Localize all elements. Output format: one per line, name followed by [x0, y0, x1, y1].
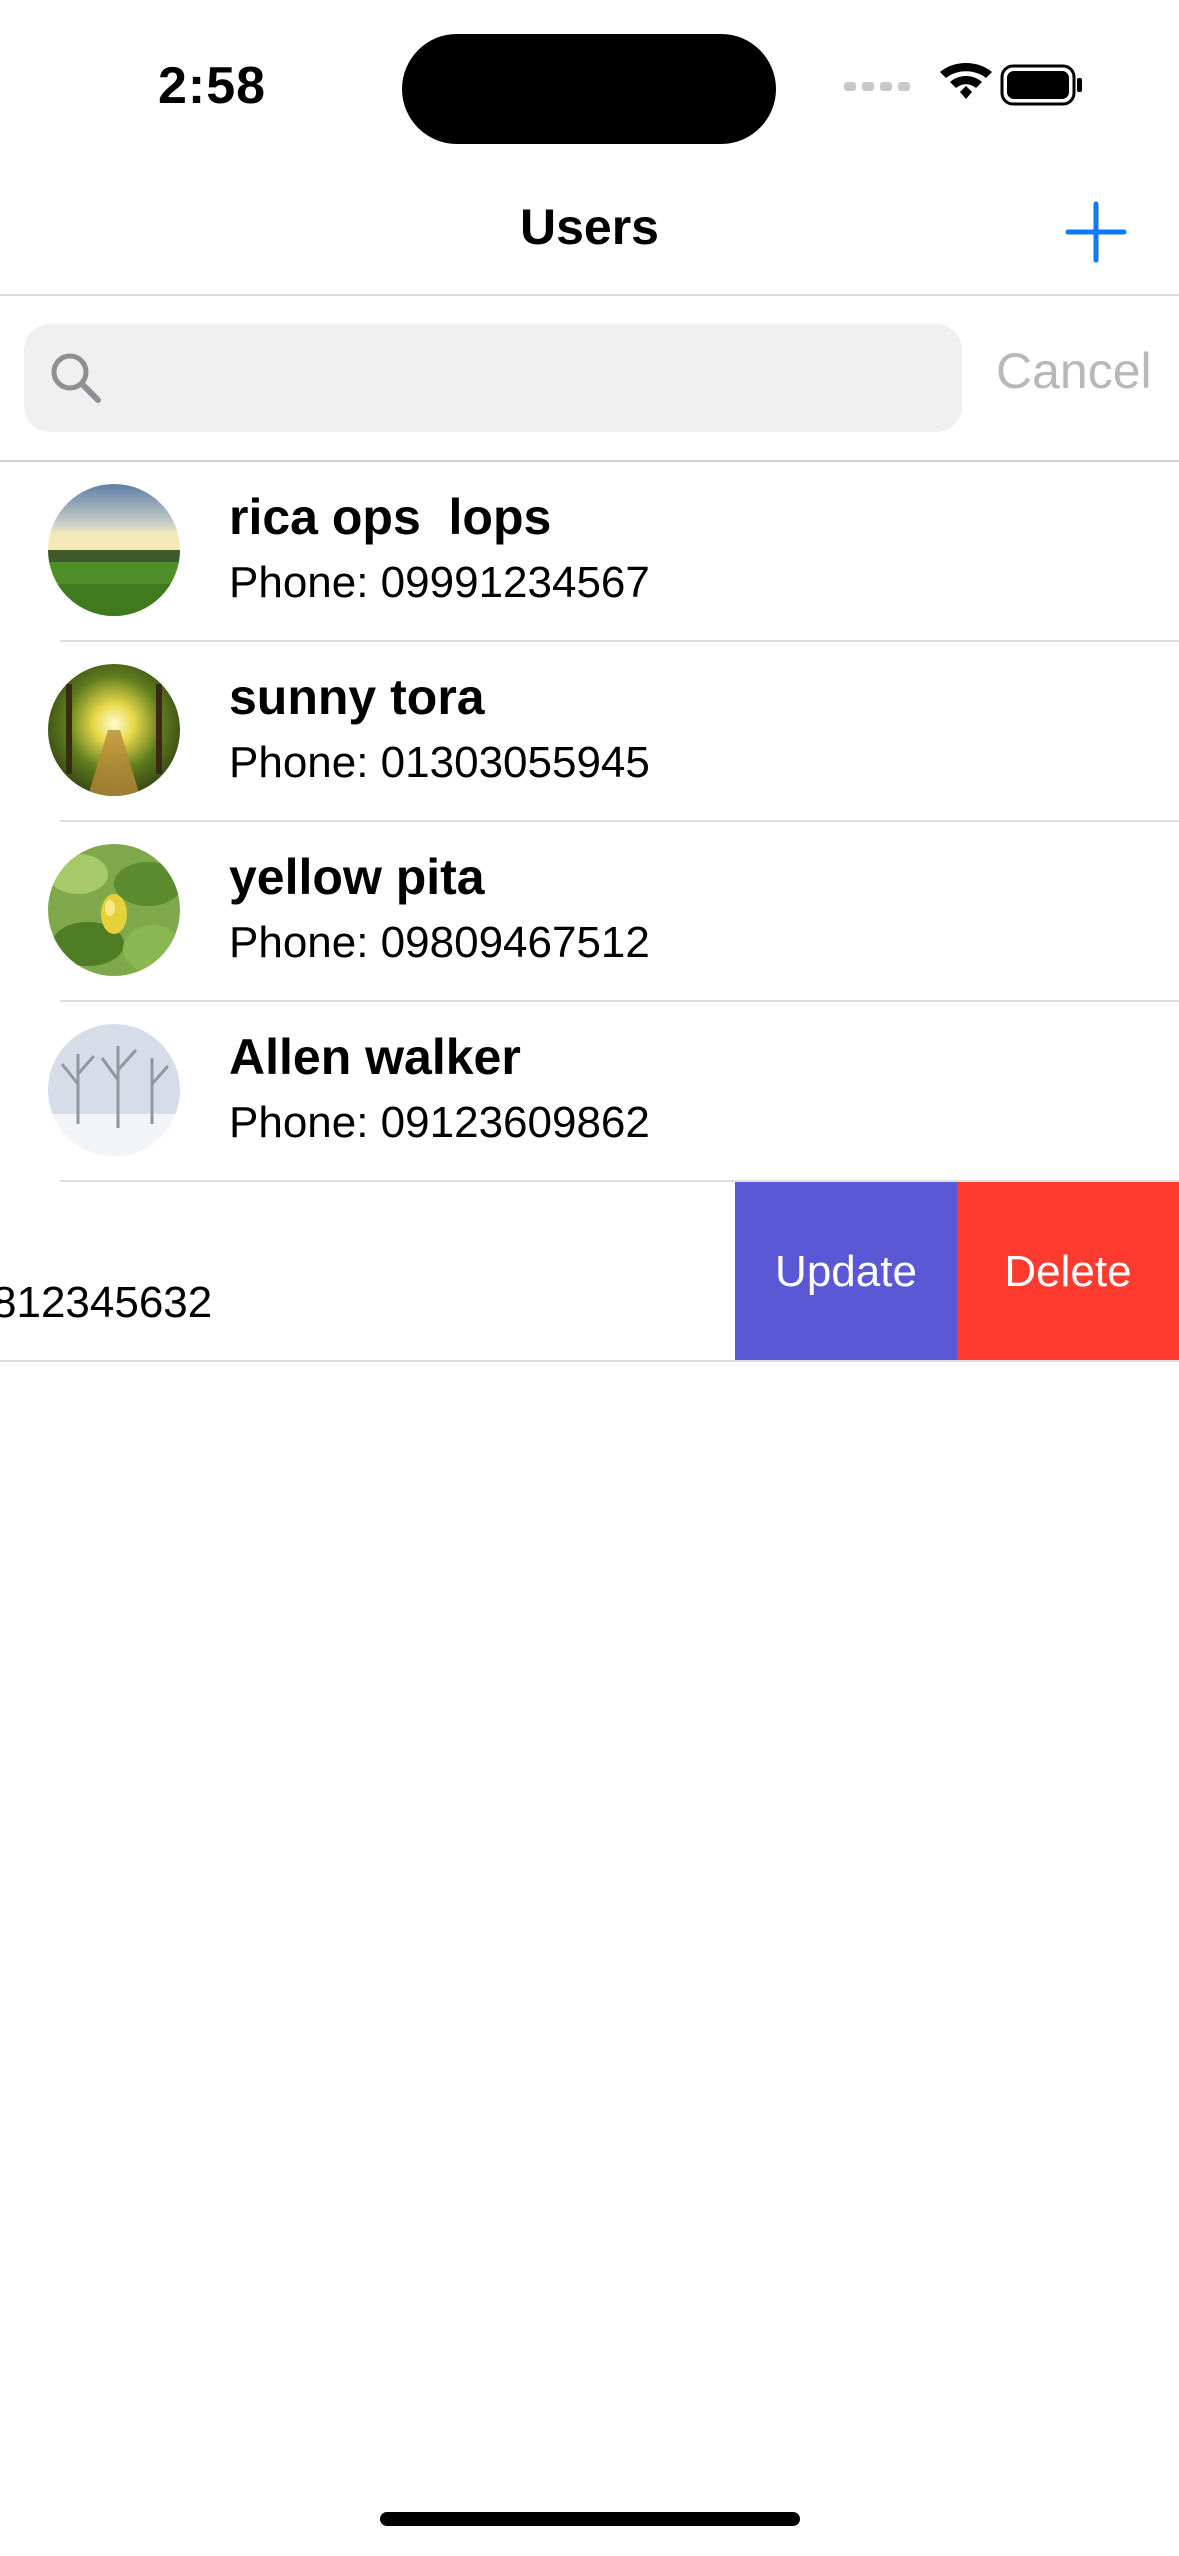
navigation-bar: Users — [0, 170, 1179, 296]
user-name: sunny tora — [229, 669, 485, 725]
user-name: Allen walker — [229, 1029, 521, 1085]
user-list: rica ops lops Phone: 09991234567 sunny t… — [0, 462, 1179, 1362]
user-phone: Phone: 09123609862 — [229, 1098, 650, 1147]
add-user-button[interactable] — [1062, 198, 1130, 266]
plus-icon — [1065, 201, 1127, 263]
search-bar: Cancel — [0, 296, 1179, 462]
delete-button[interactable]: Delete — [957, 1182, 1179, 1362]
user-name: yellow pita — [229, 849, 485, 905]
avatar — [48, 664, 180, 796]
list-item[interactable]: yellow pita Phone: 09809467512 — [0, 822, 1179, 1002]
dynamic-island — [402, 34, 776, 144]
user-phone: Phone: 09809467512 — [229, 918, 650, 967]
search-field[interactable] — [24, 324, 962, 434]
page-title: Users — [520, 199, 659, 255]
cellular-signal-icon — [844, 82, 910, 91]
avatar — [48, 484, 180, 616]
list-item[interactable]: rica ops lops Phone: 09991234567 — [0, 462, 1179, 642]
cancel-button[interactable]: Cancel — [996, 342, 1152, 400]
user-name: rica ops lops — [229, 489, 552, 545]
update-button[interactable]: Update — [735, 1182, 957, 1362]
search-input[interactable] — [124, 324, 948, 434]
row-divider — [0, 1360, 1179, 1362]
home-indicator[interactable] — [380, 2512, 800, 2526]
user-phone: 812345632 — [0, 1278, 213, 1327]
battery-icon — [1000, 64, 1082, 106]
list-item[interactable]: sunny tora Phone: 01303055945 — [0, 642, 1179, 822]
status-icons — [844, 63, 1082, 106]
avatar — [48, 844, 180, 976]
status-time: 2:58 — [158, 57, 267, 115]
avatar — [48, 1024, 180, 1156]
list-item-swiped[interactable]: 812345632 Update Delete — [0, 1182, 1179, 1362]
search-icon — [51, 353, 101, 403]
wifi-icon — [940, 63, 992, 99]
user-phone: Phone: 01303055945 — [229, 738, 650, 787]
status-bar: 2:58 — [0, 0, 1179, 170]
user-phone: Phone: 09991234567 — [229, 558, 650, 607]
list-item[interactable]: Allen walker Phone: 09123609862 — [0, 1002, 1179, 1182]
